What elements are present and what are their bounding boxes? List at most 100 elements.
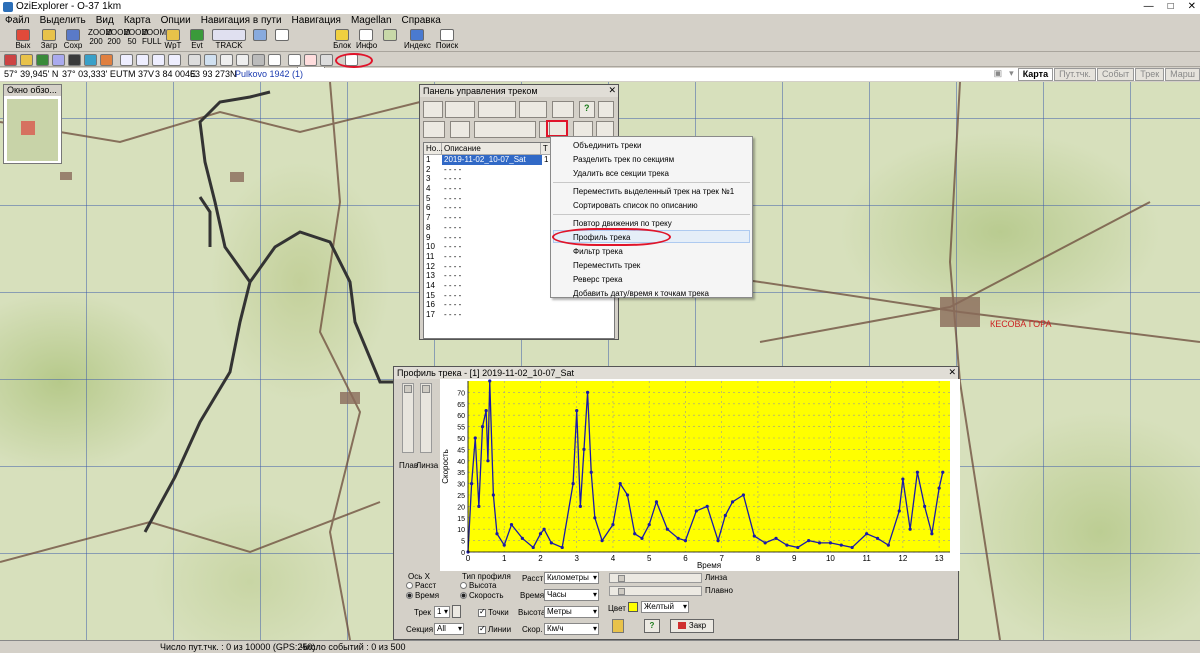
menu-moving-nav[interactable]: Навигация в пути — [196, 14, 287, 28]
track-edit-buttons[interactable] — [445, 101, 475, 118]
overview-window[interactable]: Окно обзо... — [3, 84, 62, 164]
overview-map[interactable] — [7, 99, 58, 161]
color-select[interactable]: Желтый — [641, 601, 689, 613]
compass-icon[interactable] — [204, 54, 217, 66]
profile-help-button[interactable]: ? — [644, 619, 660, 633]
profile-height-radio[interactable]: Высота — [460, 581, 496, 590]
zoom-200b-button[interactable]: ZOOM 200 — [106, 28, 130, 52]
points-checkbox[interactable]: Точки — [478, 607, 509, 617]
track-abc-buttons[interactable] — [478, 101, 516, 118]
pin-button[interactable] — [598, 101, 614, 118]
axis-distance-radio[interactable]: Расст — [406, 581, 436, 590]
menu-view[interactable]: Вид — [91, 14, 119, 28]
track-number-spinner[interactable] — [452, 605, 461, 618]
col-number[interactable]: Но... — [424, 143, 443, 154]
menu-delete-sections[interactable]: Удалить все секции трека — [573, 169, 669, 178]
minimize-icon[interactable]: — — [1144, 0, 1154, 14]
profile-close-icon[interactable]: ✕ — [948, 367, 956, 378]
profile-close-button[interactable]: Закр — [670, 619, 714, 633]
menu-replay-track[interactable]: Повтор движения по треку — [573, 219, 672, 228]
menu-map[interactable]: Карта — [119, 14, 156, 28]
section-select[interactable]: All — [434, 623, 464, 635]
distance-icon[interactable] — [220, 54, 233, 66]
exit-button[interactable]: Вых — [12, 28, 34, 52]
drive-button[interactable] — [250, 28, 270, 52]
zoom-50-button[interactable]: ZOOM 50 — [124, 28, 148, 52]
search-zoom-button[interactable] — [272, 28, 292, 52]
tag-icon[interactable] — [236, 54, 249, 66]
speed-profile-chart[interactable]: 0 1 2 3 4 5 6 7 8 9 10 11 12 130510152025303540455055… — [440, 379, 960, 571]
track-number-input[interactable]: 1 — [434, 606, 450, 618]
overview-viewport-marker[interactable] — [21, 121, 35, 135]
menu-split-sections[interactable]: Разделить трек по секциям — [573, 155, 674, 164]
tab-waypoints[interactable]: Пут.тчк. — [1054, 68, 1096, 81]
tab-track[interactable]: Трек — [1135, 68, 1165, 81]
tab-events[interactable]: Событ — [1096, 68, 1135, 81]
route-icon[interactable] — [84, 54, 97, 66]
menu-file[interactable]: Файл — [0, 14, 35, 28]
anchor-icon[interactable] — [288, 54, 301, 66]
menu-reverse-track[interactable]: Реверс трека — [573, 275, 622, 284]
menu-filter-track[interactable]: Фильтр трека — [573, 247, 623, 256]
time-units-select[interactable]: Часы — [544, 589, 599, 601]
lens-slider[interactable] — [420, 383, 432, 453]
print-icon[interactable] — [268, 54, 281, 66]
track-clear-button[interactable] — [450, 121, 470, 138]
waypoint-button[interactable]: WpT — [162, 28, 184, 52]
map-tools-button[interactable] — [380, 28, 400, 52]
event-button[interactable]: Evt — [186, 28, 208, 52]
zoom-full-button[interactable]: ZOOM FULL — [142, 28, 166, 52]
distance-units-select[interactable]: Километры — [544, 572, 599, 584]
track-row[interactable]: 17 - - - - — [424, 310, 614, 320]
grid-icon[interactable] — [188, 54, 201, 66]
close-icon[interactable]: ✕ — [1188, 0, 1196, 14]
load-button[interactable]: Загр — [38, 28, 60, 52]
menu-move-track[interactable]: Переместить трек — [573, 261, 640, 270]
speed-units-select[interactable]: Км/ч — [544, 623, 599, 635]
menu-add-datetime[interactable]: Добавить дату/время к точкам трека — [573, 289, 709, 298]
save-button[interactable]: Сохр — [62, 28, 84, 52]
track-tools-button[interactable]: TRACK — [210, 28, 248, 52]
waypoint-list-icon[interactable] — [36, 54, 49, 66]
track-add-button[interactable] — [423, 121, 445, 138]
gps-recv-icon[interactable] — [136, 54, 149, 66]
menu-navigation[interactable]: Навигация — [287, 14, 346, 28]
track-panel-close-icon[interactable]: ✕ — [608, 85, 616, 96]
menu-options[interactable]: Опции — [156, 14, 196, 28]
tab-route[interactable]: Марш — [1165, 68, 1200, 81]
menu-select[interactable]: Выделить — [35, 14, 91, 28]
copy-icon[interactable] — [612, 619, 624, 633]
search-button[interactable]: Поиск — [434, 28, 460, 52]
menu-move-to-track1[interactable]: Переместить выделенный трек на трек №1 — [573, 187, 734, 196]
event-list-icon[interactable] — [100, 54, 113, 66]
grid-lines-icon[interactable] — [320, 54, 333, 66]
track-point-button[interactable] — [552, 101, 574, 118]
menu-magellan[interactable]: Magellan — [346, 14, 397, 28]
block-button[interactable]: Блок — [332, 28, 352, 52]
gps-send-icon[interactable] — [120, 54, 133, 66]
profile-speed-radio[interactable]: Скорость — [460, 591, 504, 600]
open-map-icon[interactable] — [20, 54, 33, 66]
mm-icon[interactable] — [252, 54, 265, 66]
track-marker-buttons[interactable] — [519, 101, 547, 118]
save-view-icon[interactable]: ▣ — [991, 68, 1006, 81]
help-button[interactable]: ? — [579, 101, 595, 118]
zoom-200-button[interactable]: ZOOM 200 — [88, 28, 112, 52]
lens-slider-thumb[interactable] — [422, 385, 430, 393]
menu-sort-by-description[interactable]: Сортировать список по описанию — [573, 201, 698, 210]
axis-time-radio[interactable]: Время — [406, 591, 439, 600]
smooth-h-slider[interactable] — [609, 586, 702, 596]
track-row[interactable]: 16 - - - - — [424, 300, 614, 310]
track-drive-button[interactable] — [423, 101, 443, 118]
lines-checkbox[interactable]: Линии — [478, 624, 511, 634]
menu-merge-tracks[interactable]: Объединить треки — [573, 141, 641, 150]
waypoint-upload-icon[interactable] — [52, 54, 65, 66]
height-units-select[interactable]: Метры — [544, 606, 599, 618]
info-button[interactable]: Инфо — [356, 28, 377, 52]
target-icon[interactable] — [304, 54, 317, 66]
smooth-slider[interactable] — [402, 383, 414, 453]
col-description[interactable]: Описание — [442, 143, 541, 154]
tab-map[interactable]: Карта — [1017, 68, 1054, 81]
lens-h-slider[interactable] — [609, 573, 702, 583]
menu-help[interactable]: Справка — [397, 14, 446, 28]
